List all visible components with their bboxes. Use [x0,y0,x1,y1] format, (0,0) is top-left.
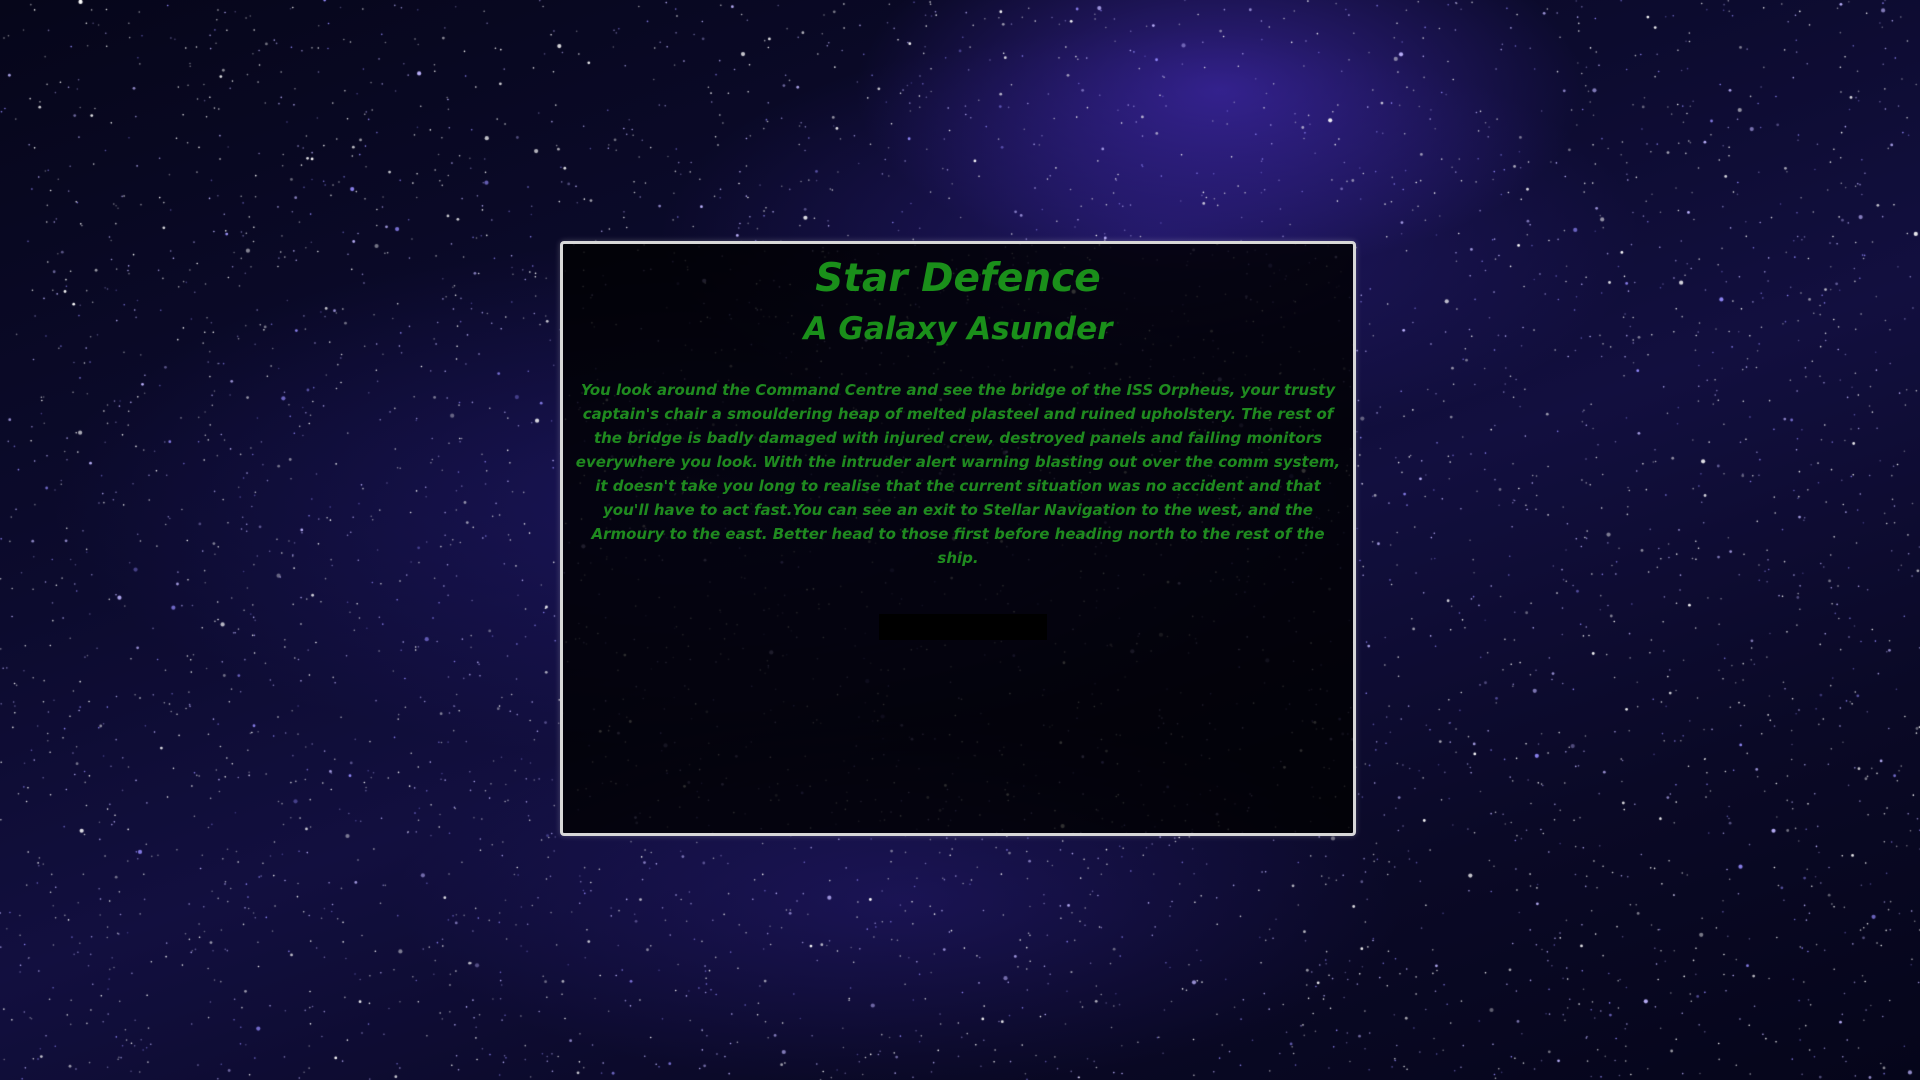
story-text: You look around the Command Centre and s… [575,380,1341,567]
game-subtitle: A Galaxy Asunder [803,310,1113,347]
game-title: Star Defence [815,256,1101,301]
action-input[interactable] [879,614,1047,640]
game-panel: Star Defence A Galaxy Asunder You look a… [560,241,1356,836]
